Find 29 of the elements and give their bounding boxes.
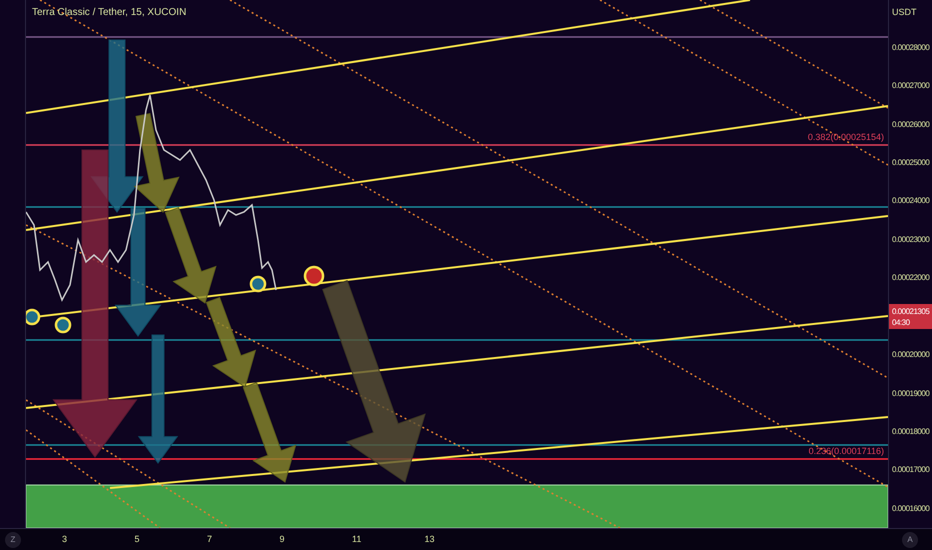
price-label: 0.00018000 bbox=[891, 426, 930, 438]
auto-scale-button[interactable]: A bbox=[902, 532, 918, 548]
price-label: 0.00028000 bbox=[891, 42, 930, 54]
circle-marker bbox=[304, 266, 324, 286]
currency-label: USDT bbox=[891, 6, 918, 19]
time-label: 7 bbox=[207, 532, 214, 546]
time-label: 5 bbox=[134, 532, 141, 546]
circle-marker bbox=[54, 316, 72, 334]
current-price: 0.00021305 bbox=[892, 306, 930, 317]
fibonacci-level-label: 0.382(0.00025154) bbox=[808, 131, 884, 144]
price-label: 0.00026000 bbox=[891, 118, 930, 131]
chart-title: Terra Classic / Tether, 15, XUCOIN bbox=[32, 6, 186, 20]
time-label: 9 bbox=[280, 532, 286, 546]
fibonacci-level-label: 0.236(0.00017116) bbox=[808, 445, 884, 458]
zoom-button[interactable]: Z bbox=[5, 532, 21, 548]
time-label: 13 bbox=[424, 532, 436, 546]
circle-marker bbox=[250, 276, 266, 292]
price-label: 0.00019000 bbox=[891, 388, 930, 400]
time-label: 3 bbox=[62, 532, 68, 546]
time-label: 11 bbox=[352, 532, 362, 546]
price-label: 0.00027000 bbox=[891, 80, 930, 92]
countdown-timer: 04:30 bbox=[892, 316, 911, 328]
price-label: 0.00016000 bbox=[891, 502, 930, 515]
price-label: 0.00024000 bbox=[891, 195, 930, 208]
price-label: 0.00023000 bbox=[891, 234, 930, 246]
price-label: 0.00022000 bbox=[891, 272, 930, 284]
price-label: 0.00017000 bbox=[891, 464, 930, 476]
price-label: 0.00020000 bbox=[891, 349, 930, 362]
price-label: 0.00025000 bbox=[891, 157, 930, 170]
